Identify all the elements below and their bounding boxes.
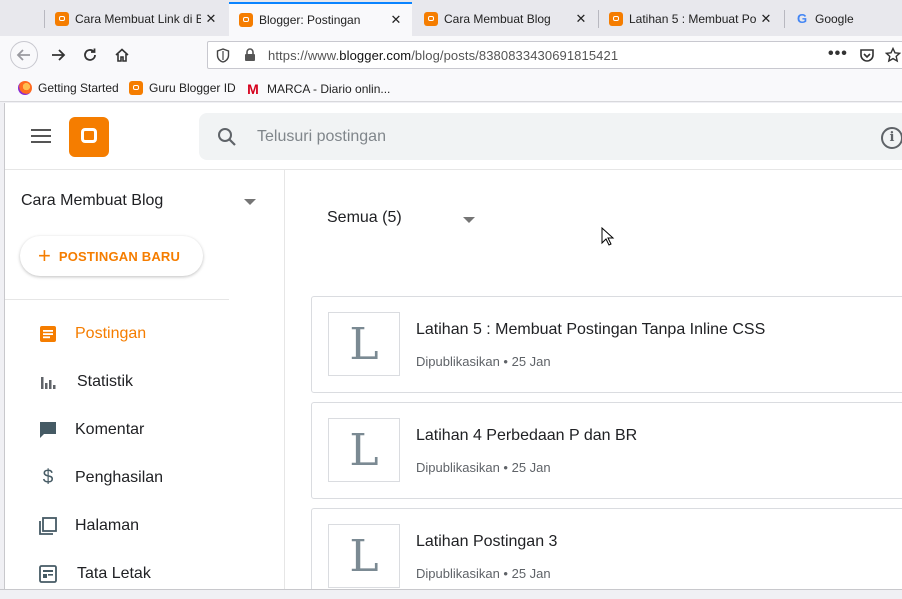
bookmark-item[interactable]: Guru Blogger ID [129, 81, 236, 95]
browser-tab[interactable]: G Google [785, 2, 902, 36]
divider [5, 299, 229, 300]
posts-icon [38, 324, 58, 344]
tab-title: Cara Membuat Link di Bl [75, 12, 201, 26]
info-icon[interactable]: i [881, 127, 902, 149]
sidebar-item-label: Statistik [77, 373, 134, 390]
page-actions-icon[interactable]: ••• [828, 45, 848, 63]
post-card[interactable]: L Latihan 5 : Membuat Postingan Tanpa In… [311, 296, 902, 393]
bookmark-item[interactable]: Getting Started [18, 81, 119, 95]
forward-button[interactable] [44, 41, 72, 69]
blogger-icon [55, 12, 69, 26]
back-button[interactable] [10, 41, 38, 69]
bookmark-star-icon[interactable] [885, 47, 901, 63]
search-input[interactable]: Telusuri postingan [257, 128, 386, 146]
sidebar-item-label: Tata Letak [77, 565, 151, 582]
blogger-icon [424, 12, 438, 26]
post-list: Semua (5) L Latihan 5 : Membuat Postinga… [285, 170, 902, 589]
sidebar-item-tata-letak[interactable]: Tata Letak [5, 554, 285, 589]
blog-selector[interactable]: Cara Membuat Blog [21, 192, 163, 210]
sidebar-item-postingan[interactable]: Postingan [5, 314, 285, 354]
address-bar[interactable]: https://www.blogger.com/blog/posts/83808… [207, 41, 902, 69]
bookmark-label: Guru Blogger ID [149, 81, 236, 95]
home-icon [115, 48, 129, 62]
plus-icon: + [38, 243, 51, 268]
new-post-button[interactable]: + POSTINGAN BARU [20, 236, 203, 276]
comment-icon [38, 420, 58, 440]
tab-title: Blogger: Postingan [259, 13, 361, 27]
google-icon: G [796, 11, 808, 26]
tab-bar: Cara Membuat Link di Bl ✕ Blogger: Posti… [0, 0, 902, 36]
chevron-down-icon[interactable] [463, 217, 475, 223]
close-icon[interactable]: ✕ [201, 11, 221, 27]
pocket-icon[interactable] [859, 48, 875, 63]
post-card[interactable]: L Latihan Postingan 3 Dipublikasikan • 2… [311, 508, 902, 589]
browser-tab-active[interactable]: Blogger: Postingan ✕ [229, 2, 412, 36]
post-title[interactable]: Latihan Postingan 3 [416, 533, 557, 551]
shield-icon [216, 48, 230, 63]
new-post-label: POSTINGAN BARU [58, 248, 181, 264]
url-prefix: https://www. [268, 48, 340, 63]
blogger-page: Telusuri postingan i Cara Membuat Blog +… [5, 103, 902, 589]
back-arrow-icon [16, 49, 30, 61]
firefox-icon [18, 81, 32, 95]
close-icon[interactable]: ✕ [386, 12, 406, 28]
blogger-icon [609, 12, 623, 26]
lock-icon [245, 48, 255, 61]
bookmark-label: Getting Started [38, 81, 119, 95]
pages-icon [38, 516, 58, 536]
post-title[interactable]: Latihan 5 : Membuat Postingan Tanpa Inli… [416, 321, 765, 339]
sidebar-item-halaman[interactable]: Halaman [5, 506, 285, 546]
tab-title: Cara Membuat Blog [444, 12, 551, 26]
bookmarks-toolbar: Getting Started Guru Blogger ID M MARCA … [0, 74, 902, 102]
browser-tab[interactable]: Latihan 5 : Membuat Po ✕ [599, 2, 782, 36]
sidebar-item-label: Halaman [75, 517, 140, 534]
post-status: Dipublikasikan • 25 Jan [416, 354, 551, 369]
layout-icon [38, 564, 58, 584]
tab-title: Latihan 5 : Membuat Po [629, 12, 756, 26]
search-box[interactable]: Telusuri postingan i [199, 113, 902, 160]
post-status: Dipublikasikan • 25 Jan [416, 460, 551, 475]
close-icon[interactable]: ✕ [756, 11, 776, 27]
sidebar-item-label: Penghasilan [75, 469, 164, 486]
post-status: Dipublikasikan • 25 Jan [416, 566, 551, 581]
sidebar: Cara Membuat Blog + POSTINGAN BARU Posti… [5, 170, 285, 589]
filter-dropdown[interactable]: Semua (5) [327, 209, 402, 227]
sidebar-item-label: Komentar [75, 421, 145, 438]
search-icon[interactable] [217, 127, 237, 147]
sidebar-item-label: Postingan [75, 325, 147, 342]
browser-tab[interactable]: Cara Membuat Link di Bl ✕ [45, 2, 227, 36]
bookmark-item[interactable]: M MARCA - Diario onlin... [246, 81, 390, 97]
app-header: Telusuri postingan i [5, 103, 902, 170]
post-thumbnail: L [328, 524, 400, 588]
menu-icon[interactable] [31, 129, 51, 147]
forward-arrow-icon [52, 49, 66, 61]
url-text: https://www.blogger.com/blog/posts/83808… [268, 48, 618, 63]
tab-separator [44, 10, 45, 28]
sidebar-item-komentar[interactable]: Komentar [5, 410, 285, 450]
window-bottom-edge [0, 589, 902, 599]
blogger-icon [239, 13, 253, 27]
sidebar-item-statistik[interactable]: Statistik [5, 362, 285, 402]
mouse-cursor-icon [601, 227, 615, 246]
url-domain: blogger.com [339, 48, 412, 63]
blogger-logo[interactable] [69, 117, 109, 157]
url-path: /blog/posts/8380833430691815421 [411, 48, 619, 63]
post-thumbnail: L [328, 418, 400, 482]
stats-icon [38, 372, 58, 392]
browser-tab[interactable]: Cara Membuat Blog ✕ [414, 2, 597, 36]
bookmark-label: MARCA - Diario onlin... [267, 82, 391, 96]
post-card[interactable]: L Latihan 4 Perbedaan P dan BR Dipublika… [311, 402, 902, 499]
dollar-icon: $ [42, 467, 54, 488]
close-icon[interactable]: ✕ [571, 11, 591, 27]
post-thumbnail: L [328, 312, 400, 376]
tab-title: Google [815, 12, 854, 26]
home-button[interactable] [108, 41, 136, 69]
sidebar-item-penghasilan[interactable]: $ Penghasilan [5, 458, 285, 498]
reload-icon [84, 48, 96, 61]
post-title[interactable]: Latihan 4 Perbedaan P dan BR [416, 427, 637, 445]
blogger-icon [129, 81, 143, 95]
chevron-down-icon[interactable] [244, 199, 256, 205]
reload-button[interactable] [76, 41, 104, 69]
marca-icon: M [247, 81, 259, 97]
